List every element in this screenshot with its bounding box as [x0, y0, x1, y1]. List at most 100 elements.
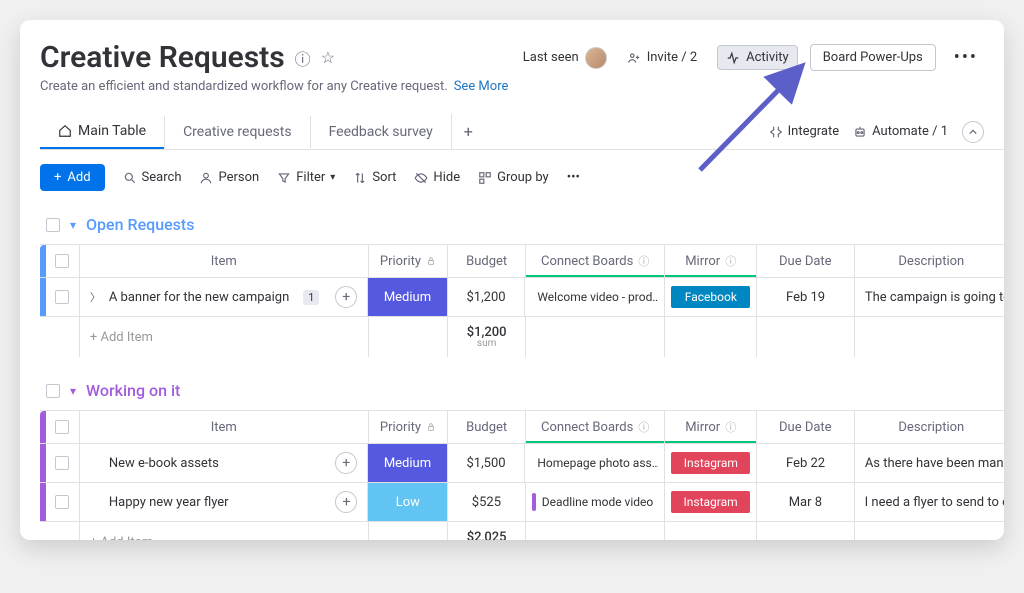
lock-icon — [426, 422, 436, 432]
row-checkbox[interactable] — [55, 290, 69, 304]
groupby-button[interactable]: Group by — [478, 170, 549, 185]
connect-cell[interactable]: Deadline mode video — [526, 483, 665, 521]
header-more-icon[interactable]: ••• — [948, 47, 984, 68]
integrate-button[interactable]: Integrate — [769, 124, 840, 139]
connect-cell[interactable]: Homepage photo ass… — [525, 444, 665, 482]
expand-icon[interactable]: 〉 — [90, 289, 101, 305]
description-cell[interactable]: I need a flyer to send to our — [855, 483, 1004, 521]
column-mirror: Mirror ⓘ — [665, 411, 757, 443]
last-seen[interactable]: Last seen — [523, 47, 607, 69]
priority-cell[interactable]: Medium — [368, 444, 448, 482]
robot-icon — [853, 125, 867, 139]
toolbar-more-icon[interactable]: ••• — [567, 170, 580, 185]
see-more-link[interactable]: See More — [454, 79, 509, 94]
sort-icon — [353, 171, 367, 185]
header-actions: Last seen Invite / 2 Activity Board Powe… — [523, 44, 984, 71]
info-icon[interactable]: ⓘ — [295, 46, 311, 70]
hide-button[interactable]: Hide — [414, 170, 460, 185]
priority-badge: Medium — [368, 444, 447, 482]
chevron-down-icon: ▾ — [330, 172, 335, 183]
add-update-icon[interactable]: + — [335, 491, 357, 513]
row-checkbox[interactable] — [55, 456, 69, 470]
person-add-icon — [627, 51, 641, 65]
column-description: Description — [855, 245, 1004, 277]
table-row[interactable]: 〉A banner for the new campaign1 + Medium… — [40, 277, 1004, 316]
column-priority: Priority — [369, 411, 449, 443]
budget-sum: $2,025sum — [448, 522, 526, 540]
filter-button[interactable]: Filter ▾ — [277, 170, 335, 185]
person-filter[interactable]: Person — [199, 170, 259, 185]
add-item-button[interactable]: + Add Item — [80, 522, 369, 540]
item-cell[interactable]: 〉A banner for the new campaign1 + — [80, 278, 368, 316]
add-update-icon[interactable]: + — [335, 286, 357, 308]
budget-cell[interactable]: $1,500 — [448, 444, 526, 482]
budget-sum: $1,200sum — [448, 317, 526, 357]
item-cell[interactable]: Happy new year flyer + — [80, 483, 369, 521]
activity-button[interactable]: Activity — [717, 45, 798, 70]
powerups-button[interactable]: Board Power-Ups — [810, 44, 936, 71]
plus-icon: + — [54, 170, 61, 185]
chevron-down-icon[interactable]: ▾ — [70, 218, 76, 232]
row-checkbox[interactable] — [55, 495, 69, 509]
group-checkbox[interactable] — [46, 384, 60, 398]
tab-feedback-survey[interactable]: Feedback survey — [310, 116, 451, 148]
add-item-button[interactable]: + Add Item — [80, 317, 369, 357]
priority-cell[interactable]: Low — [368, 483, 448, 521]
group-checkbox[interactable] — [46, 218, 60, 232]
budget-cell[interactable]: $1,200 — [448, 278, 526, 316]
description-cell[interactable]: As there have been many cl — [855, 444, 1004, 482]
mirror-cell[interactable]: Facebook — [665, 278, 757, 316]
priority-cell[interactable]: Medium — [368, 278, 448, 316]
avatar[interactable] — [585, 47, 607, 69]
item-name: A banner for the new campaign — [109, 290, 289, 305]
tab-main-table[interactable]: Main Table — [40, 115, 164, 149]
person-icon — [199, 171, 213, 185]
mirror-badge: Instagram — [671, 452, 750, 474]
column-budget: Budget — [448, 245, 526, 277]
column-connect-boards: Connect Boards ⓘ — [526, 411, 665, 443]
due-cell[interactable]: Feb 19 — [757, 278, 854, 316]
board-subtitle: Create an efficient and standardized wor… — [40, 79, 1004, 94]
search-button[interactable]: Search — [123, 170, 182, 185]
tab-creative-requests[interactable]: Creative requests — [164, 116, 310, 148]
priority-badge: Low — [368, 483, 447, 521]
activity-icon — [726, 51, 740, 65]
column-due-date: Due Date — [757, 411, 855, 443]
add-update-icon[interactable]: + — [335, 452, 357, 474]
mirror-badge: Facebook — [671, 286, 750, 308]
column-checkbox[interactable] — [55, 420, 69, 434]
column-item: Item — [80, 411, 369, 443]
mirror-cell[interactable]: Instagram — [665, 483, 757, 521]
chevron-down-icon[interactable]: ▾ — [70, 384, 76, 398]
mirror-cell[interactable]: Instagram — [665, 444, 757, 482]
table-row[interactable]: New e-book assets + Medium $1,500 Homepa… — [40, 443, 1004, 482]
automate-button[interactable]: Automate / 1 — [853, 124, 948, 139]
add-button[interactable]: + Add — [40, 164, 105, 191]
column-checkbox[interactable] — [55, 254, 69, 268]
description-cell[interactable]: The campaign is going to b — [855, 278, 1004, 316]
connect-label: Homepage photo ass… — [537, 456, 658, 470]
connect-cell[interactable]: Welcome video - prod… — [525, 278, 665, 316]
budget-cell[interactable]: $525 — [448, 483, 526, 521]
group-icon — [478, 171, 492, 185]
connect-label: Deadline mode video — [542, 495, 654, 509]
tab-add[interactable]: + — [451, 114, 485, 149]
column-description: Description — [855, 411, 1004, 443]
item-cell[interactable]: New e-book assets + — [80, 444, 368, 482]
group-title[interactable]: Working on it — [86, 381, 180, 400]
due-cell[interactable]: Mar 8 — [757, 483, 855, 521]
collapse-toggle[interactable] — [962, 121, 984, 143]
sort-button[interactable]: Sort — [353, 170, 396, 185]
due-cell[interactable]: Feb 22 — [757, 444, 854, 482]
board-title[interactable]: Creative Requests — [40, 40, 285, 75]
column-connect-boards: Connect Boards ⓘ — [526, 245, 665, 277]
group-title[interactable]: Open Requests — [86, 215, 194, 234]
connect-label: Welcome video - prod… — [537, 290, 658, 304]
lock-icon — [426, 256, 436, 266]
star-icon[interactable]: ☆ — [321, 48, 335, 67]
invite-button[interactable]: Invite / 2 — [619, 46, 705, 69]
column-budget: Budget — [448, 411, 526, 443]
mirror-badge: Instagram — [671, 491, 750, 513]
filter-icon — [277, 171, 291, 185]
table-row[interactable]: Happy new year flyer + Low $525 Deadline… — [40, 482, 1004, 521]
